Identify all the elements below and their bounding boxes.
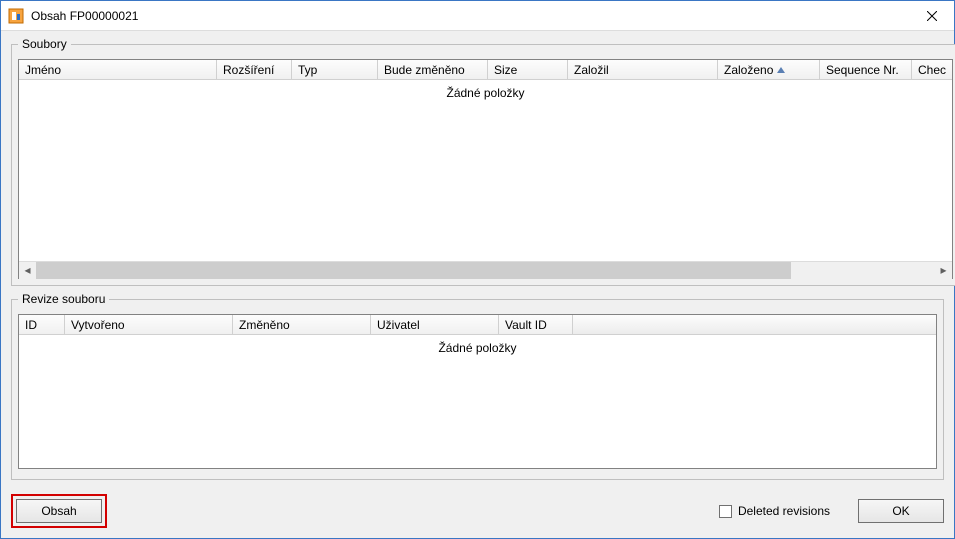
obsah-highlight: Obsah [11, 494, 107, 528]
sort-asc-icon [777, 67, 785, 73]
col-vytvoreno[interactable]: Vytvořeno [65, 315, 233, 334]
col-zalozeno[interactable]: Založeno [718, 60, 820, 79]
content-area: Soubory Jméno Rozšíření Typ Bude změněno… [1, 31, 954, 490]
col-uzivatel[interactable]: Uživatel [371, 315, 499, 334]
scroll-right-icon[interactable]: ▸ [935, 262, 952, 279]
col-sequence-nr[interactable]: Sequence Nr. [820, 60, 912, 79]
col-vault-id[interactable]: Vault ID [499, 315, 573, 334]
col-filler [573, 315, 936, 334]
revisions-empty-message: Žádné položky [19, 335, 936, 361]
revisions-group-legend: Revize souboru [18, 292, 109, 306]
revisions-listview[interactable]: ID Vytvořeno Změněno Uživatel Vault ID Ž… [18, 314, 937, 469]
col-zmeneno[interactable]: Změněno [233, 315, 371, 334]
revisions-body [19, 361, 936, 468]
close-button[interactable] [909, 1, 954, 31]
files-empty-message: Žádné položky [19, 80, 952, 106]
scroll-left-icon[interactable]: ◂ [19, 262, 36, 279]
obsah-button[interactable]: Obsah [16, 499, 102, 523]
deleted-revisions-label: Deleted revisions [738, 504, 830, 518]
titlebar: Obsah FP00000021 [1, 1, 954, 31]
col-size[interactable]: Size [488, 60, 568, 79]
files-group: Soubory Jméno Rozšíření Typ Bude změněno… [11, 37, 955, 286]
scroll-track[interactable] [36, 262, 935, 279]
dialog-window: Obsah FP00000021 Soubory Jméno Rozšíření… [0, 0, 955, 539]
col-rozsireni[interactable]: Rozšíření [217, 60, 292, 79]
col-id[interactable]: ID [19, 315, 65, 334]
col-jmeno[interactable]: Jméno [19, 60, 217, 79]
scroll-thumb[interactable] [36, 262, 791, 279]
files-hscrollbar[interactable]: ◂ ▸ [19, 261, 952, 278]
col-bude-zmeneno[interactable]: Bude změněno [378, 60, 488, 79]
files-group-legend: Soubory [18, 37, 71, 51]
checkbox-box-icon [719, 505, 732, 518]
col-zalozil[interactable]: Založil [568, 60, 718, 79]
col-typ[interactable]: Typ [292, 60, 378, 79]
bottom-bar: Obsah Deleted revisions OK [1, 490, 954, 538]
files-body [19, 106, 952, 261]
files-listview[interactable]: Jméno Rozšíření Typ Bude změněno Size Za… [18, 59, 953, 279]
revisions-group: Revize souboru ID Vytvořeno Změněno Uživ… [11, 292, 944, 480]
col-chec[interactable]: Chec [912, 60, 952, 79]
app-icon [8, 8, 24, 24]
revisions-header-row: ID Vytvořeno Změněno Uživatel Vault ID [19, 315, 936, 335]
ok-button[interactable]: OK [858, 499, 944, 523]
deleted-revisions-checkbox[interactable]: Deleted revisions [719, 504, 830, 518]
files-header-row: Jméno Rozšíření Typ Bude změněno Size Za… [19, 60, 952, 80]
close-icon [927, 11, 937, 21]
window-title: Obsah FP00000021 [31, 9, 138, 23]
